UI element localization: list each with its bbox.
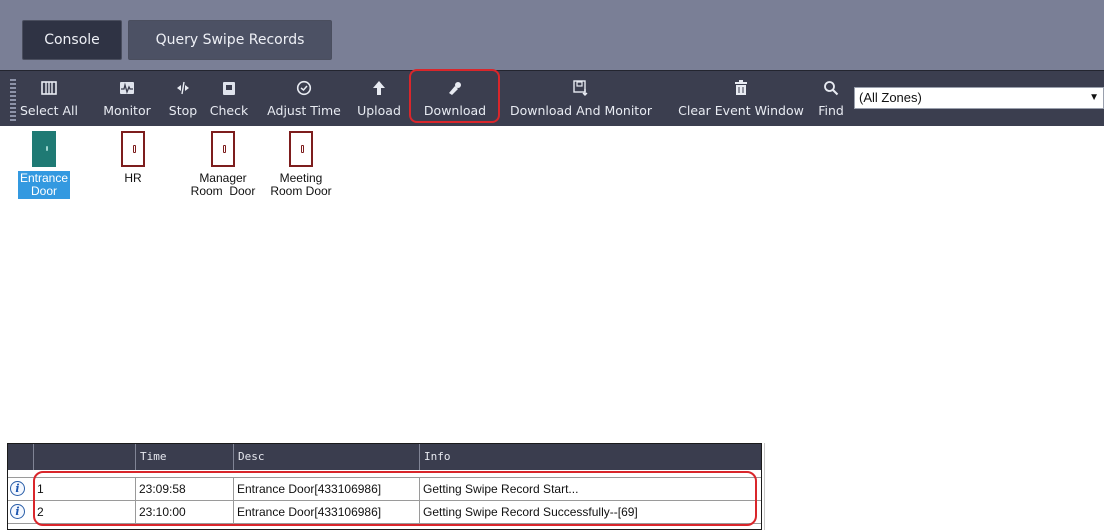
row-icon-cell: i	[8, 501, 34, 523]
header-cell-time[interactable]: Time	[136, 444, 234, 470]
select-all-icon	[41, 75, 57, 101]
tab-console[interactable]: Console	[22, 20, 122, 60]
monitor-icon	[119, 75, 135, 101]
clear-event-window-button[interactable]: Clear Event Window	[670, 71, 812, 127]
select-all-button[interactable]: Select All	[18, 71, 80, 127]
download-highlight-box	[409, 69, 500, 123]
header-cell-index[interactable]	[34, 444, 136, 470]
download-and-monitor-button[interactable]: Download And Monitor	[502, 71, 660, 127]
tab-bar: Console Query Swipe Records	[0, 0, 1104, 70]
select-all-label: Select All	[19, 103, 79, 118]
header-cell-desc[interactable]: Desc	[234, 444, 420, 470]
find-label: Find	[818, 103, 844, 118]
door-meeting-room-door[interactable]: Meeting Room Door	[263, 131, 339, 199]
header-cell-icon[interactable]	[8, 444, 34, 470]
zone-select[interactable]: (All Zones) ▼	[854, 87, 1104, 109]
download-monitor-icon	[572, 75, 590, 101]
door-hr[interactable]: HR	[113, 131, 153, 186]
door-label-line2: Room Door	[270, 184, 332, 198]
door-label-line1: HR	[124, 171, 142, 185]
door-entrance-door[interactable]: Entrance Door	[17, 131, 71, 199]
upload-label: Upload	[357, 103, 401, 118]
grid-header: Time Desc Info	[8, 444, 761, 470]
adjust-time-label: Adjust Time	[267, 103, 341, 118]
header-cell-info[interactable]: Info	[420, 444, 761, 470]
door-open-icon	[32, 131, 56, 167]
chevron-down-icon: ▼	[1089, 92, 1099, 103]
door-list: Entrance Door HR Manager Room Door Meeti…	[0, 126, 1104, 442]
upload-button[interactable]: Upload	[351, 71, 407, 127]
clear-event-window-label: Clear Event Window	[678, 103, 804, 118]
door-label: Entrance Door	[17, 171, 71, 199]
stop-icon	[175, 75, 191, 101]
door-label: Meeting Room Door	[268, 171, 333, 199]
monitor-button[interactable]: Monitor	[96, 71, 158, 127]
door-label: Manager Room Door	[189, 171, 258, 199]
trash-icon	[734, 75, 748, 101]
upload-arrow-icon	[372, 75, 386, 101]
search-icon	[823, 75, 839, 101]
check-icon	[222, 75, 236, 101]
stop-label: Stop	[168, 103, 198, 118]
tab-query-swipe-records[interactable]: Query Swipe Records	[128, 20, 332, 60]
row-icon-cell: i	[8, 478, 34, 500]
zone-select-value: (All Zones)	[859, 90, 922, 105]
toolbar-grip[interactable]	[10, 79, 16, 121]
door-label: HR	[122, 171, 143, 186]
detail-pane	[764, 443, 1104, 530]
clock-icon	[296, 75, 312, 101]
stop-button[interactable]: Stop	[164, 71, 202, 127]
rows-highlight-box	[33, 471, 757, 526]
download-and-monitor-label: Download And Monitor	[509, 103, 652, 118]
door-label-line2: Room Door	[190, 184, 256, 198]
check-label: Check	[209, 103, 249, 118]
door-label-line2: Door	[30, 184, 57, 198]
door-closed-icon	[289, 131, 313, 167]
door-manager-room-door[interactable]: Manager Room Door	[188, 131, 258, 199]
adjust-time-button[interactable]: Adjust Time	[262, 71, 346, 127]
access-control-window: Console Query Swipe Records Select All M…	[0, 0, 1104, 530]
check-button[interactable]: Check	[205, 71, 253, 127]
info-icon: i	[10, 504, 25, 519]
monitor-label: Monitor	[103, 103, 151, 118]
door-closed-icon	[121, 131, 145, 167]
door-closed-icon	[211, 131, 235, 167]
find-button[interactable]: Find	[814, 71, 848, 127]
info-icon: i	[10, 481, 25, 496]
